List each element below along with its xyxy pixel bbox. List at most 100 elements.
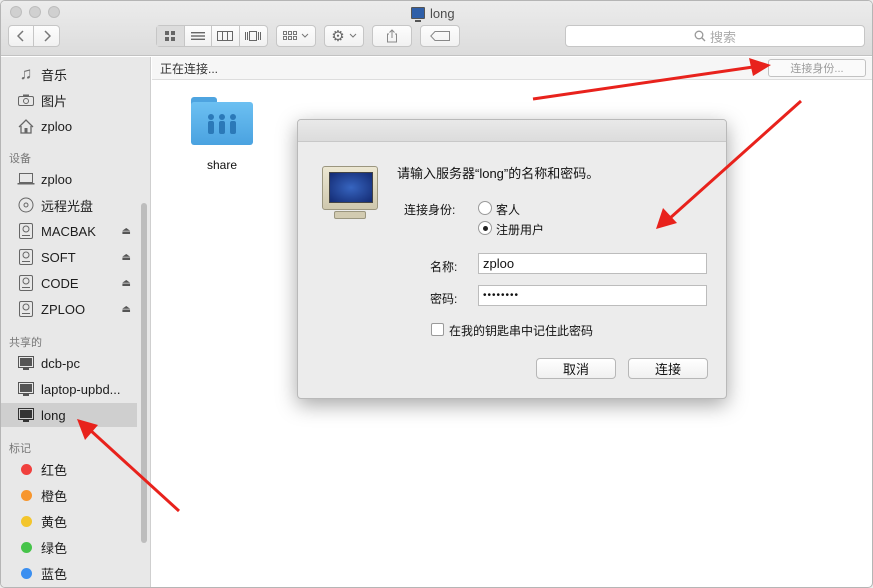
connect-as-button[interactable]: 连接身份... [768, 59, 866, 77]
sidebar-item-device[interactable]: MACBAK ⏏ [1, 219, 137, 243]
remember-password-checkbox[interactable] [431, 323, 444, 336]
tag-color-icon [17, 539, 35, 555]
name-label: 名称: [430, 260, 458, 274]
sidebar-scrollbar[interactable] [141, 203, 147, 543]
search-placeholder: 搜索 [709, 29, 736, 45]
server-monitor-icon [320, 166, 380, 226]
tag-color-icon [17, 565, 35, 581]
column-view-button[interactable] [212, 26, 240, 46]
name-field[interactable] [478, 253, 707, 274]
sidebar-item-device[interactable]: CODE ⏏ [1, 271, 137, 295]
sidebar-item-label: laptop-upbd... [41, 381, 121, 397]
sidebar-item-device[interactable]: 远程光盘 [1, 193, 137, 217]
sidebar-item-label: 黄色 [41, 514, 68, 530]
password-field[interactable]: •••••••• [478, 285, 707, 306]
drive-icon [17, 301, 35, 317]
close-window-icon[interactable] [10, 6, 22, 18]
share-button[interactable] [372, 25, 412, 47]
dialog-titlebar [298, 120, 726, 142]
tag-color-icon [17, 487, 35, 503]
eject-icon[interactable]: ⏏ [122, 226, 131, 237]
monitor-icon [17, 407, 35, 423]
connect-as-label: 连接身份: [404, 203, 456, 217]
sidebar-item-label: SOFT [41, 249, 76, 265]
sidebar-item-device[interactable]: SOFT ⏏ [1, 245, 137, 269]
password-label: 密码: [430, 292, 458, 306]
window-title-text: long [430, 5, 455, 21]
sidebar-section-devices: 设备 [9, 153, 31, 165]
sidebar-item-pictures[interactable]: 图片 [1, 88, 137, 112]
toolbar: long ⚙ 搜索 [1, 1, 872, 56]
back-button[interactable] [9, 26, 35, 46]
connect-button[interactable]: 连接 [628, 358, 708, 379]
sidebar-item-shared[interactable]: laptop-upbd... [1, 377, 137, 401]
chevron-right-icon [43, 30, 51, 42]
sidebar-item-tag[interactable]: 红色 [1, 457, 137, 481]
arrange-button[interactable] [276, 25, 316, 47]
server-icon [411, 7, 425, 22]
arrange-icon [283, 31, 297, 40]
sidebar: ♫ 音乐 图片 zploo 设备 zploo 远程光盘 MACBAK ⏏ SOF… [1, 57, 151, 587]
sidebar-item-device[interactable]: zploo [1, 167, 137, 191]
eject-icon[interactable]: ⏏ [122, 304, 131, 315]
connection-status-text: 正在连接... [160, 61, 219, 76]
folder-label: share [206, 158, 238, 172]
registered-user-radio[interactable] [478, 221, 492, 235]
sidebar-item-tag[interactable]: 蓝色 [1, 561, 137, 585]
sidebar-item-tag[interactable]: 橙色 [1, 483, 137, 507]
sidebar-item-label: 绿色 [41, 540, 68, 556]
sidebar-item-label: 蓝色 [41, 566, 68, 582]
cancel-button[interactable]: 取消 [536, 358, 616, 379]
zoom-window-icon[interactable] [48, 6, 60, 18]
tag-icon [430, 31, 450, 41]
sidebar-item-shared-selected[interactable]: long [1, 403, 137, 427]
tag-color-icon [17, 461, 35, 477]
drive-icon [17, 275, 35, 291]
gear-icon: ⚙ [331, 27, 345, 45]
eject-icon[interactable]: ⏏ [122, 252, 131, 263]
search-field[interactable]: 搜索 [565, 25, 865, 47]
sidebar-item-label: ZPLOO [41, 301, 86, 317]
sidebar-item-music[interactable]: ♫ 音乐 [1, 62, 137, 86]
view-mode-control [156, 25, 268, 47]
sidebar-item-tag[interactable]: 绿色 [1, 535, 137, 559]
sidebar-item-label: dcb-pc [41, 355, 81, 371]
column-view-icon [217, 31, 234, 41]
list-view-button[interactable] [185, 26, 212, 46]
sidebar-item-tag[interactable]: 黄色 [1, 509, 137, 533]
login-dialog: 请输入服务器“long”的名称和密码。 连接身份: 客人 注册用户 名称: 密码… [297, 119, 727, 399]
minimize-window-icon[interactable] [29, 6, 41, 18]
sidebar-item-label: zploo [41, 118, 73, 134]
search-icon [694, 30, 706, 42]
shared-folder-icon[interactable] [191, 97, 253, 145]
coverflow-view-icon [245, 31, 262, 41]
window-title: long [411, 4, 455, 22]
forward-button[interactable] [34, 26, 59, 46]
dialog-prompt: 请输入服务器“long”的名称和密码。 [397, 166, 600, 181]
sidebar-item-label: CODE [41, 275, 79, 291]
sidebar-item-label: 橙色 [41, 488, 68, 504]
remember-password-label: 在我的钥匙串中记住此密码 [449, 324, 594, 338]
music-note-icon: ♫ [19, 64, 33, 83]
sidebar-item-label: 音乐 [41, 67, 68, 83]
sidebar-item-home[interactable]: zploo [1, 114, 137, 138]
chevron-down-icon [349, 33, 357, 38]
eject-icon[interactable]: ⏏ [122, 278, 131, 289]
monitor-icon [17, 355, 35, 371]
sidebar-item-label: 红色 [41, 462, 68, 478]
laptop-icon [17, 171, 35, 187]
tag-button[interactable] [420, 25, 460, 47]
grid-view-button[interactable] [157, 26, 185, 46]
sidebar-item-label: MACBAK [41, 223, 96, 239]
chevron-down-icon [301, 33, 309, 38]
sidebar-item-shared[interactable]: dcb-pc [1, 351, 137, 375]
sidebar-item-label: zploo [41, 171, 73, 187]
action-button[interactable]: ⚙ [324, 25, 364, 47]
finder-window: long ⚙ 搜索 ♫ 音乐 图片 zploo 设备 zploo 远程光盘 MA… [0, 0, 873, 588]
drive-icon [17, 223, 35, 239]
sidebar-section-shared: 共享的 [9, 337, 42, 349]
guest-radio[interactable] [478, 201, 492, 215]
coverflow-view-button[interactable] [240, 26, 267, 46]
sidebar-item-device[interactable]: ZPLOO ⏏ [1, 297, 137, 321]
disc-icon [17, 197, 35, 213]
